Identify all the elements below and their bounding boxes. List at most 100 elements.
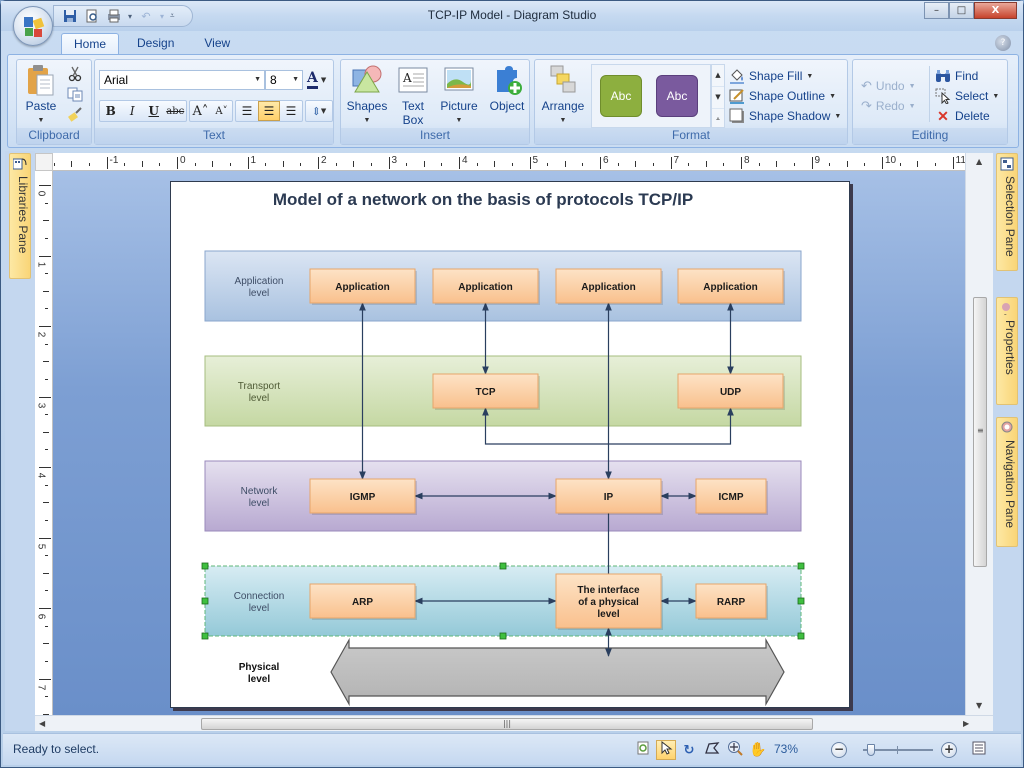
selection-handle[interactable] — [201, 562, 209, 570]
drawing-canvas[interactable]: Model of a network on the basis of proto… — [53, 171, 965, 715]
delete-button[interactable]: ✕ Delete — [935, 108, 990, 124]
pointer-tool-button[interactable] — [656, 740, 676, 760]
font-family-select[interactable]: Arial ▼ — [99, 70, 265, 90]
selection-handle[interactable] — [797, 632, 805, 640]
diagram-page[interactable]: Model of a network on the basis of proto… — [170, 181, 850, 708]
node-app4[interactable]: Application — [677, 268, 785, 305]
pan-tool-button[interactable]: ✋ — [748, 740, 768, 760]
selection-handle[interactable] — [201, 597, 209, 605]
node-igmp[interactable]: IGMP — [309, 478, 417, 515]
cut-icon[interactable] — [67, 66, 83, 85]
select-button[interactable]: Select ▼ — [935, 88, 999, 105]
node-icmp[interactable]: ICMP — [695, 478, 768, 515]
zoom-in-button[interactable]: + — [941, 742, 957, 758]
node-app1[interactable]: Application — [309, 268, 417, 305]
shape-outline-button[interactable]: Shape Outline ▼ — [729, 88, 836, 104]
page-tool-button[interactable] — [633, 740, 653, 760]
zoom-slider[interactable] — [863, 744, 933, 756]
copy-icon[interactable] — [67, 86, 83, 105]
strikethrough-button[interactable]: abc — [165, 101, 187, 121]
node-udp[interactable]: UDP — [677, 373, 785, 410]
node-tcp[interactable]: TCP — [432, 373, 540, 410]
print-preview-icon[interactable] — [84, 8, 100, 24]
node-app2[interactable]: Application — [432, 268, 540, 305]
scroll-down-icon[interactable]: ▼ — [976, 701, 982, 710]
scroll-right-icon[interactable]: ▶ — [963, 719, 969, 728]
align-right-button[interactable]: ☰ — [280, 101, 302, 121]
customize-icon[interactable]: ⩡ — [170, 11, 175, 21]
node-label: level — [597, 609, 619, 620]
selection-handle[interactable] — [499, 632, 507, 640]
save-icon[interactable] — [62, 8, 78, 24]
ruler-tick — [793, 163, 795, 166]
rotate-tool-button[interactable]: ↻ — [679, 740, 699, 760]
application-menu-button[interactable] — [13, 6, 53, 46]
node-ip[interactable]: IP — [555, 478, 663, 515]
node-phys_iface[interactable]: The interfaceof a physicallevel — [555, 573, 663, 630]
redo-button[interactable]: ↷ Redo ▼ — [861, 98, 916, 114]
shapes-button[interactable]: Shapes ▼ — [345, 64, 389, 128]
find-button[interactable]: Find — [935, 68, 978, 84]
fit-to-window-button[interactable] — [969, 740, 989, 760]
zoom-slider-thumb[interactable] — [867, 744, 876, 756]
gallery-more-icon[interactable]: ⩡ — [712, 109, 724, 130]
format-painter-icon[interactable] — [67, 106, 83, 125]
physical-medium-arrow[interactable] — [330, 637, 785, 707]
picture-button[interactable]: Picture ▼ — [437, 64, 481, 128]
properties-pane-tab[interactable]: A Properties — [996, 297, 1018, 405]
gallery-down-icon[interactable]: ▼ — [712, 87, 724, 109]
print-dropdown-icon[interactable]: ▾ — [128, 12, 132, 21]
vertical-scrollbar[interactable]: ▲ ≡ ▼ — [965, 153, 993, 715]
shrink-font-button[interactable]: A˅ — [211, 101, 232, 121]
vertical-scroll-thumb[interactable]: ≡ — [973, 297, 987, 567]
node-arp[interactable]: ARP — [309, 583, 417, 620]
scroll-left-icon[interactable]: ◀ — [39, 719, 45, 728]
tab-design[interactable]: Design — [125, 33, 186, 55]
libraries-pane-tab[interactable]: Libraries Pane — [9, 153, 31, 279]
tab-home[interactable]: Home — [61, 33, 120, 55]
selection-handle[interactable] — [797, 597, 805, 605]
underline-button[interactable]: U — [143, 101, 165, 121]
node-app3[interactable]: Application — [555, 268, 663, 305]
vertical-align-button[interactable]: ⇕ ▼ — [306, 101, 332, 121]
align-left-button[interactable]: ☰ — [236, 101, 258, 121]
selection-handle[interactable] — [201, 632, 209, 640]
align-center-button[interactable]: ☰ — [258, 101, 280, 121]
selection-handle[interactable] — [499, 562, 507, 570]
navigation-pane-tab[interactable]: Navigation Pane — [996, 417, 1018, 547]
zoom-tool-button[interactable] — [725, 740, 745, 760]
connector-tool-button[interactable] — [702, 740, 722, 760]
bold-button[interactable]: B — [100, 101, 122, 121]
paste-button[interactable]: Paste ▼ — [21, 64, 61, 128]
maximize-button[interactable]: □ — [949, 2, 974, 19]
help-icon[interactable]: ? — [995, 35, 1011, 51]
minimize-button[interactable]: – — [924, 2, 949, 19]
undo-dropdown-icon[interactable]: ▾ — [160, 12, 164, 21]
shape-fill-button[interactable]: Shape Fill ▼ — [729, 68, 813, 84]
print-icon[interactable] — [106, 8, 122, 24]
undo-button[interactable]: ↶ Undo ▼ — [861, 78, 916, 94]
object-button[interactable]: Object — [485, 64, 529, 113]
font-color-button[interactable]: A ▼ — [307, 70, 333, 90]
selection-pane-tab[interactable]: Selection Pane — [996, 153, 1018, 271]
shape-style-purple[interactable]: Abc — [656, 75, 698, 117]
horizontal-scroll-thumb[interactable]: ||| — [201, 718, 813, 730]
tab-view[interactable]: View — [192, 33, 242, 55]
font-size-select[interactable]: 8 ▼ — [265, 70, 303, 90]
italic-button[interactable]: I — [122, 101, 144, 121]
ruler-tick — [511, 163, 513, 166]
arrange-button[interactable]: Arrange ▼ — [539, 64, 587, 128]
horizontal-scrollbar[interactable]: ◀ ||| ▶ — [35, 715, 993, 731]
grow-font-button[interactable]: A˄ — [190, 101, 211, 121]
close-button[interactable]: X — [974, 2, 1017, 19]
scroll-up-icon[interactable]: ▲ — [976, 157, 982, 166]
shape-shadow-button[interactable]: Shape Shadow ▼ — [729, 108, 841, 124]
undo-icon[interactable]: ↶ — [138, 8, 154, 24]
text-box-button[interactable]: A Text Box — [393, 64, 433, 127]
zoom-out-button[interactable]: − — [831, 742, 847, 758]
shape-style-green[interactable]: Abc — [600, 75, 642, 117]
selection-handle[interactable] — [797, 562, 805, 570]
level-physical[interactable]: Physicallevel — [239, 662, 280, 685]
gallery-up-icon[interactable]: ▲ — [712, 65, 724, 87]
node-rarp[interactable]: RARP — [695, 583, 768, 620]
